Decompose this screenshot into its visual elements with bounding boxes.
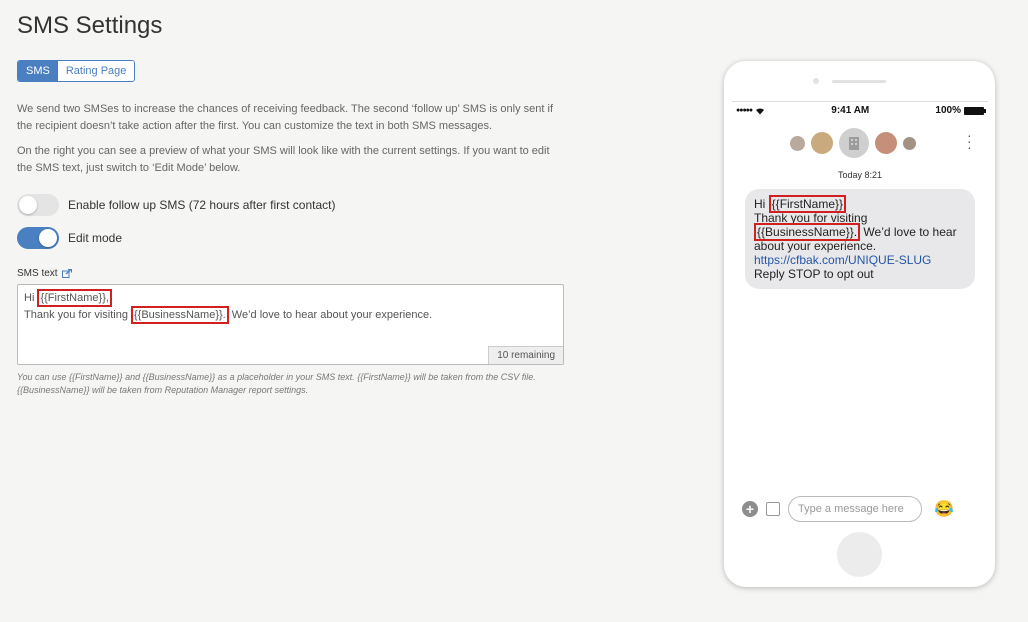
- thread-timestamp: Today 8:21: [837, 170, 883, 180]
- sms-line-2: Thank you for visiting {{BusinessName}}.…: [24, 306, 557, 324]
- tab-bar: SMS Rating Page: [17, 60, 136, 82]
- intro-paragraph-2: On the right you can see a preview of wh…: [17, 145, 550, 174]
- preview-business-name-placeholder: {{BusinessName}}.: [754, 223, 861, 241]
- sms-text-label-row: SMS text: [17, 268, 72, 279]
- signal-icon: ●●●●●: [736, 107, 753, 114]
- preview-greeting: Hi: [754, 197, 769, 211]
- edit-mode-toggle[interactable]: [17, 227, 59, 249]
- business-name-placeholder: {{BusinessName}}.: [131, 306, 229, 324]
- follow-up-toggle[interactable]: [17, 194, 59, 216]
- toggle-knob: [19, 196, 37, 214]
- sms-preview-bubble: Hi {{FirstName}} Thank you for visiting …: [745, 189, 975, 289]
- image-icon[interactable]: [766, 502, 780, 516]
- sms-text-editor[interactable]: Hi {{FirstName}}, Thank you for visiting…: [17, 284, 564, 365]
- more-options-icon[interactable]: · · ·: [967, 128, 972, 154]
- follow-up-toggle-label: Enable follow up SMS (72 hours after fir…: [68, 198, 336, 212]
- phone-screen: ●●●●● 9:41 AM 100% · · · Today 8:21 Hi {{F…: [732, 101, 988, 524]
- preview-first-name-placeholder: {{FirstName}}: [768, 195, 847, 213]
- tab-sms[interactable]: SMS: [18, 61, 58, 81]
- status-right: 100%: [935, 105, 986, 116]
- phone-speaker: [832, 80, 886, 83]
- emoji-icon[interactable]: 😂: [934, 499, 954, 519]
- phone-preview: ●●●●● 9:41 AM 100% · · · Today 8:21 Hi {{F…: [724, 61, 995, 587]
- avatar: [903, 136, 916, 150]
- preview-opt-out: Reply STOP to opt out: [754, 267, 874, 281]
- phone-camera: [813, 78, 819, 84]
- building-icon: [849, 137, 859, 150]
- follow-up-toggle-row: Enable follow up SMS (72 hours after fir…: [17, 194, 335, 216]
- add-icon[interactable]: +: [742, 501, 758, 517]
- toggle-knob: [39, 229, 57, 247]
- sms-line-1: Hi {{FirstName}},: [24, 289, 557, 307]
- wifi-icon: [756, 107, 765, 114]
- external-link-icon[interactable]: [61, 269, 72, 278]
- status-time: 9:41 AM: [831, 105, 870, 116]
- battery-icon: [963, 106, 986, 115]
- tab-rating-page[interactable]: Rating Page: [57, 61, 135, 81]
- preview-link[interactable]: https://cfbak.com/UNIQUE-SLUG: [754, 253, 931, 267]
- remaining-count: 10 remaining: [488, 346, 563, 364]
- business-avatar: [839, 128, 869, 158]
- page-title: SMS Settings: [17, 12, 163, 39]
- intro-paragraph-1: We send two SMSes to increase the chance…: [17, 103, 554, 132]
- battery-percent: 100%: [935, 105, 961, 116]
- avatar: [790, 135, 805, 151]
- avatar: [811, 132, 833, 154]
- placeholder-help-text: You can use {{FirstName}} and {{Business…: [17, 372, 536, 395]
- avatar: [875, 132, 897, 154]
- sms-greeting: Hi: [24, 292, 38, 304]
- home-button[interactable]: [837, 532, 882, 577]
- sms-experience-text: We’d love to hear about your experience.: [228, 309, 433, 321]
- edit-mode-toggle-row: Edit mode: [17, 227, 122, 249]
- status-bar: ●●●●● 9:41 AM 100%: [732, 102, 988, 119]
- message-composer: + Type a message here 😂: [742, 496, 954, 522]
- status-left: ●●●●●: [736, 107, 765, 115]
- sms-visit-text: Thank you for visiting: [24, 309, 131, 321]
- edit-mode-toggle-label: Edit mode: [68, 231, 123, 245]
- contact-avatars: [790, 128, 916, 158]
- message-input[interactable]: Type a message here: [788, 496, 922, 522]
- sms-text-label: SMS text: [17, 268, 58, 279]
- first-name-placeholder: {{FirstName}},: [37, 289, 112, 307]
